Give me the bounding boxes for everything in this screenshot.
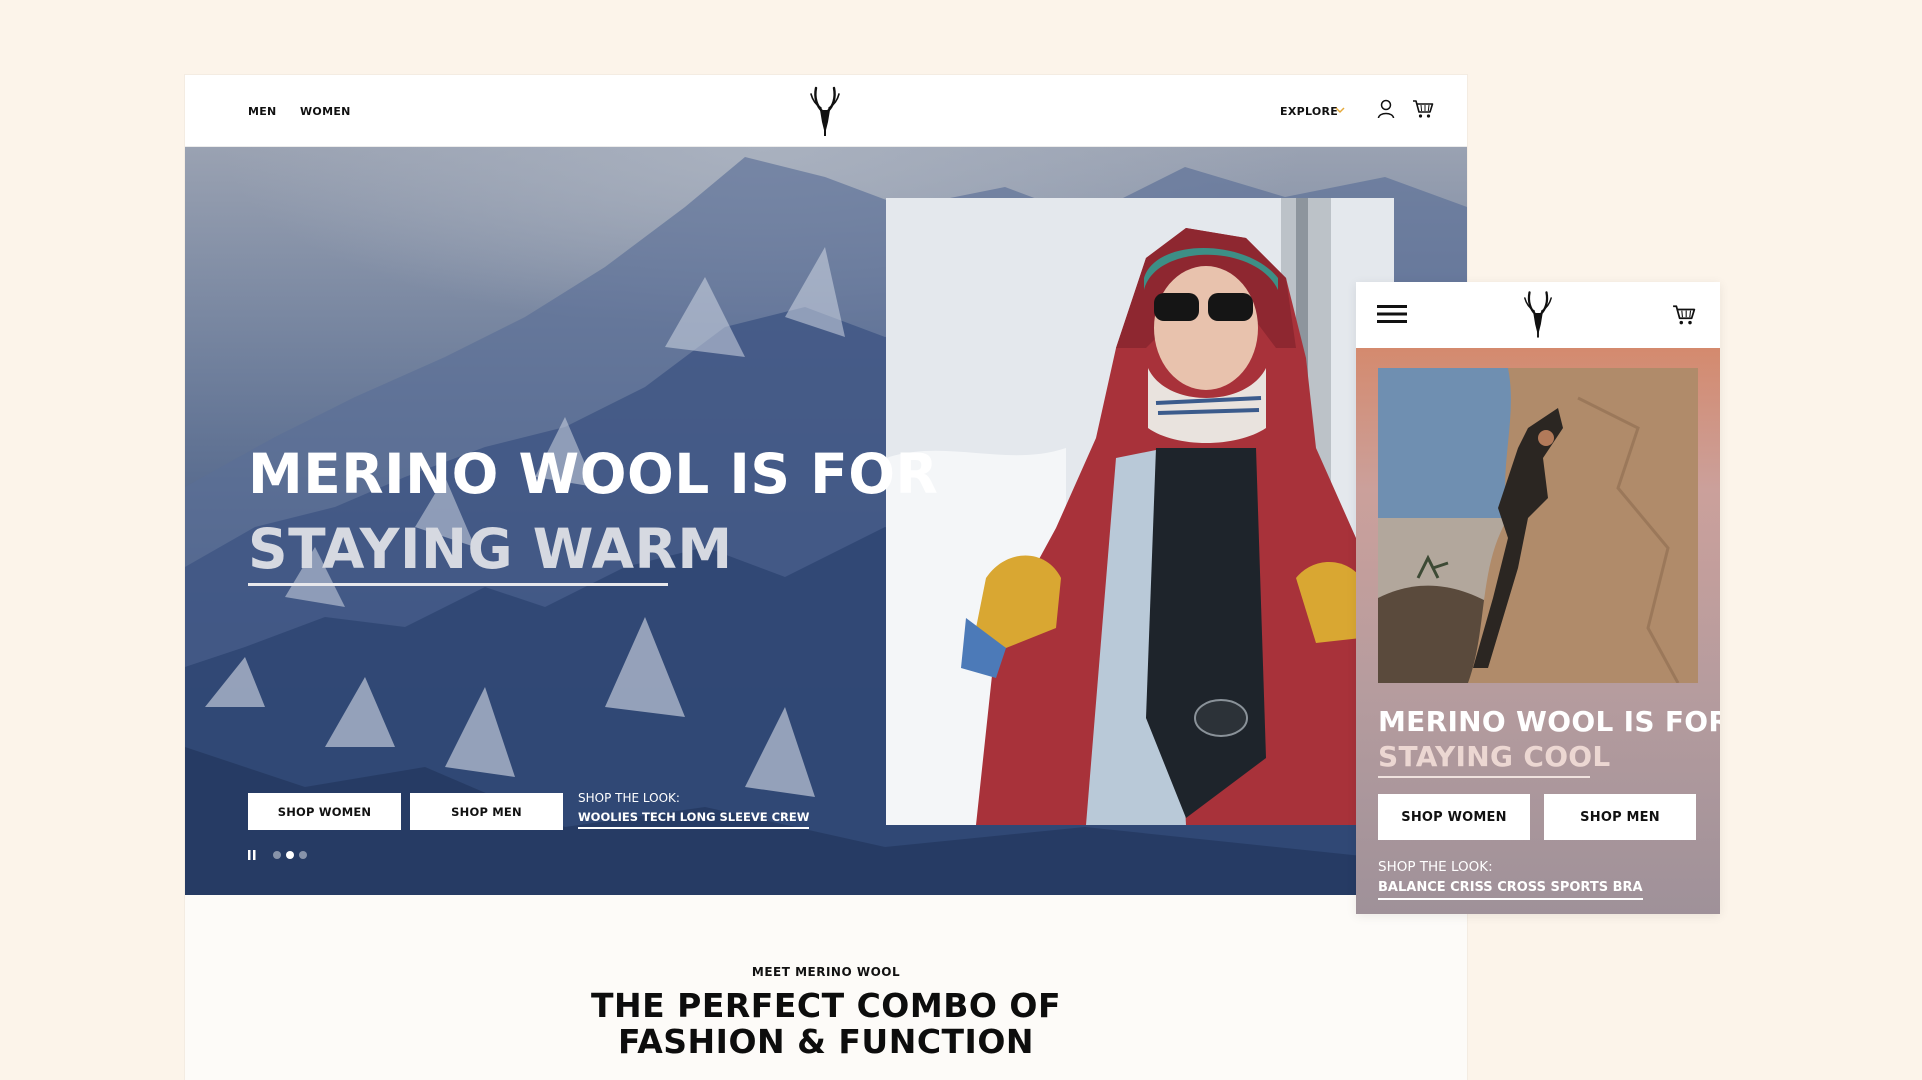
mobile-shop-men-button[interactable]: SHOP MEN [1544, 794, 1696, 840]
ibex-logo-icon[interactable] [1522, 287, 1554, 341]
mobile-shop-the-look-label: SHOP THE LOOK: [1378, 859, 1493, 875]
carousel-dots [273, 851, 307, 859]
section-title-line1: THE PERFECT COMBO OF [590, 986, 1061, 1025]
desktop-header: MEN WOMEN EXPLORE [185, 75, 1467, 147]
section-title-line2: FASHION & FUNCTION [617, 1022, 1035, 1061]
cart-icon[interactable] [1672, 304, 1696, 326]
hero-banner: MERINO WOOL IS FOR STAYING WARM SHOP WOM… [185, 147, 1467, 895]
user-icon[interactable] [1377, 99, 1395, 119]
shop-the-look-product-link[interactable]: WOOLIES TECH LONG SLEEVE CREW [578, 810, 810, 829]
mobile-header [1356, 282, 1720, 348]
mobile-hero-headline-line2: STAYING COOL [1378, 740, 1611, 773]
shop-the-look-label: SHOP THE LOOK: [578, 791, 680, 805]
carousel-dot[interactable] [273, 851, 281, 859]
mobile-shop-women-button[interactable]: SHOP WOMEN [1378, 794, 1530, 840]
carousel-dot-active[interactable] [286, 851, 294, 859]
section-eyebrow: MEET MERINO WOOL [751, 965, 901, 979]
mobile-hero-climber-photo [1378, 368, 1698, 683]
ibex-logo-icon[interactable] [808, 84, 842, 138]
chevron-down-icon[interactable] [1335, 105, 1345, 115]
mobile-hero-banner: MERINO WOOL IS FOR STAYING COOL SHOP WOM… [1356, 348, 1720, 914]
shop-men-button[interactable]: SHOP MEN [410, 793, 563, 830]
shop-women-button[interactable]: SHOP WOMEN [248, 793, 401, 830]
nav-women-link[interactable]: WOMEN [300, 105, 351, 118]
hero-headline-line1: MERINO WOOL IS FOR [248, 442, 939, 506]
pause-icon[interactable] [247, 849, 257, 861]
mobile-shop-the-look-product-link[interactable]: BALANCE CRISS CROSS SPORTS BRA [1378, 880, 1643, 900]
carousel-dot[interactable] [299, 851, 307, 859]
mobile-headline-underline [1378, 776, 1590, 778]
mobile-mockup: MERINO WOOL IS FOR STAYING COOL SHOP WOM… [1356, 282, 1720, 914]
desktop-mockup: MEN WOMEN EXPLORE MERINO WOOL IS FOR STA… [185, 75, 1467, 1080]
mobile-hero-headline-line1: MERINO WOOL IS FOR [1378, 705, 1720, 738]
hamburger-menu-icon[interactable] [1377, 303, 1407, 325]
nav-explore-link[interactable]: EXPLORE [1280, 105, 1338, 118]
headline-underline [248, 583, 668, 586]
cart-icon[interactable] [1412, 99, 1434, 119]
hero-model-photo [886, 198, 1394, 825]
section-title: THE PERFECT COMBO OF FASHION & FUNCTION [185, 988, 1467, 1060]
hero-headline-line2: STAYING WARM [248, 517, 733, 581]
nav-men-link[interactable]: MEN [248, 105, 277, 118]
